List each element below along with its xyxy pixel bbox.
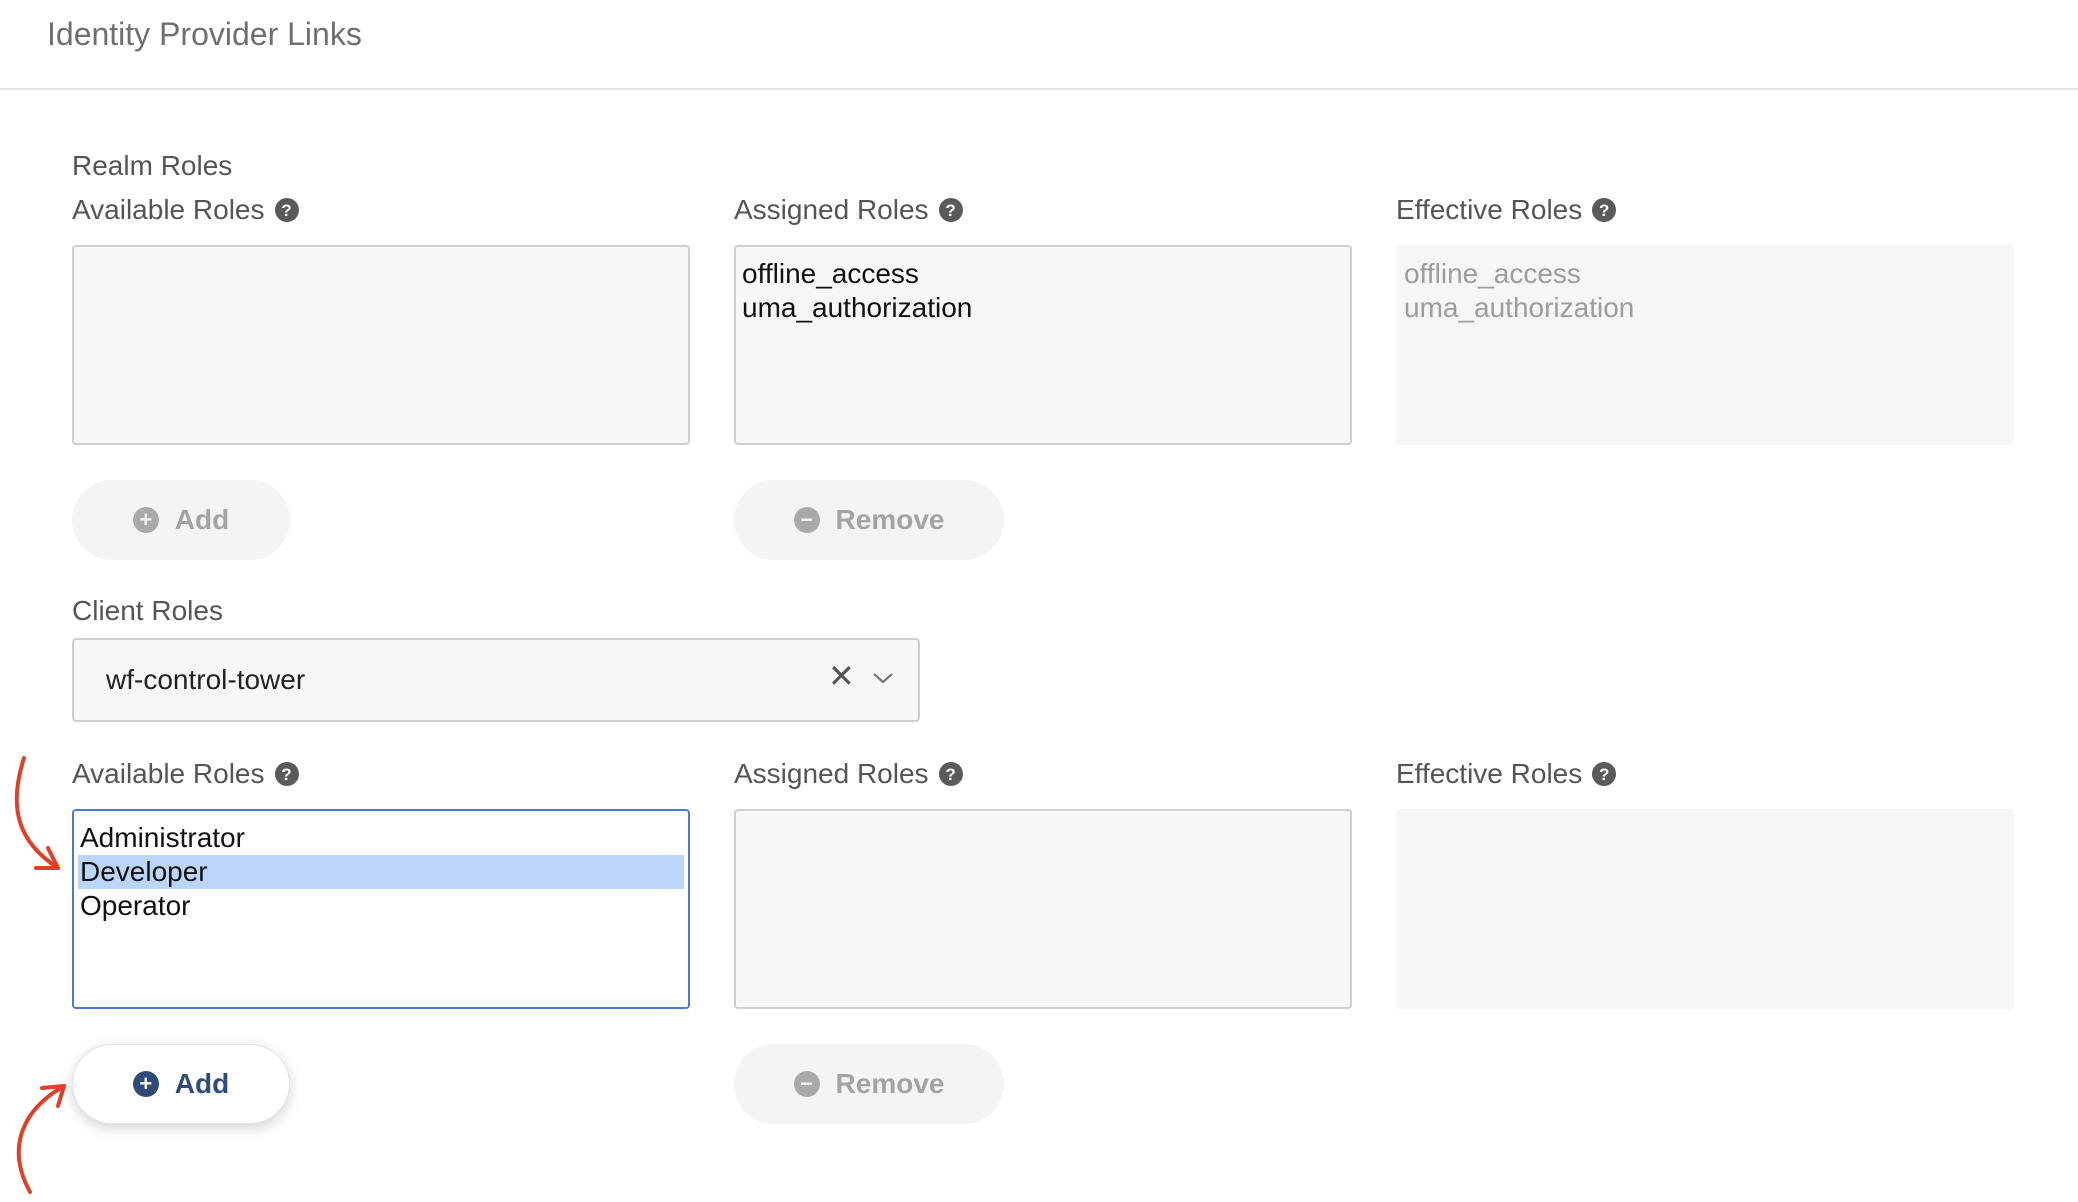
- list-item[interactable]: uma_authorization: [740, 291, 1346, 325]
- list-item-selected[interactable]: Developer: [78, 855, 684, 889]
- close-icon[interactable]: ✕: [828, 660, 855, 692]
- annotation-arrow-add: [16, 1084, 66, 1194]
- client-assigned-roles-list[interactable]: [734, 809, 1352, 1009]
- realm-available-roles-label: Available Roles ?: [72, 194, 299, 226]
- list-item[interactable]: Administrator: [78, 821, 684, 855]
- question-circle-icon[interactable]: ?: [274, 198, 299, 222]
- question-circle-icon[interactable]: ?: [938, 198, 963, 222]
- realm-add-button[interactable]: + Add: [72, 480, 290, 560]
- realm-assigned-roles-label: Assigned Roles ?: [734, 194, 963, 226]
- client-effective-roles-list: [1396, 809, 2014, 1009]
- question-circle-icon[interactable]: ?: [1592, 198, 1617, 222]
- page-header: Identity Provider Links: [0, 0, 2078, 90]
- client-roles-heading: Client Roles: [72, 595, 223, 626]
- client-available-roles-list[interactable]: Administrator Developer Operator: [72, 809, 690, 1009]
- question-circle-icon[interactable]: ?: [1592, 762, 1617, 786]
- chevron-down-icon[interactable]: [869, 664, 897, 692]
- question-circle-icon[interactable]: ?: [274, 762, 299, 786]
- realm-roles-heading: Realm Roles: [72, 150, 233, 181]
- list-item: uma_authorization: [1404, 292, 1635, 323]
- plus-circle-icon: +: [132, 1071, 159, 1097]
- client-available-roles-label: Available Roles ?: [72, 758, 299, 790]
- list-item[interactable]: offline_access: [740, 257, 1346, 291]
- minus-circle-icon: −: [793, 1071, 820, 1097]
- client-select[interactable]: wf-control-tower ✕: [72, 638, 920, 722]
- list-item: offline_access: [1404, 258, 1581, 289]
- realm-effective-roles-label: Effective Roles ?: [1396, 194, 1617, 226]
- realm-remove-button[interactable]: − Remove: [734, 480, 1004, 560]
- client-assigned-roles-label: Assigned Roles ?: [734, 758, 963, 790]
- tab-identity-provider-links[interactable]: Identity Provider Links: [47, 16, 362, 53]
- minus-circle-icon: −: [793, 507, 820, 533]
- client-remove-button[interactable]: − Remove: [734, 1044, 1004, 1124]
- annotation-arrows: [14, 756, 66, 1194]
- plus-circle-icon: +: [132, 507, 159, 533]
- list-item[interactable]: Operator: [78, 889, 684, 923]
- client-select-value: wf-control-tower: [106, 664, 306, 695]
- realm-available-roles-list[interactable]: [72, 245, 690, 445]
- realm-effective-roles-list: offline_access uma_authorization: [1396, 245, 2014, 445]
- annotation-arrow-developer: [14, 756, 60, 870]
- realm-assigned-roles-list[interactable]: offline_access uma_authorization: [734, 245, 1352, 445]
- client-add-button[interactable]: + Add: [72, 1044, 290, 1124]
- question-circle-icon[interactable]: ?: [938, 762, 963, 786]
- client-effective-roles-label: Effective Roles ?: [1396, 758, 1617, 790]
